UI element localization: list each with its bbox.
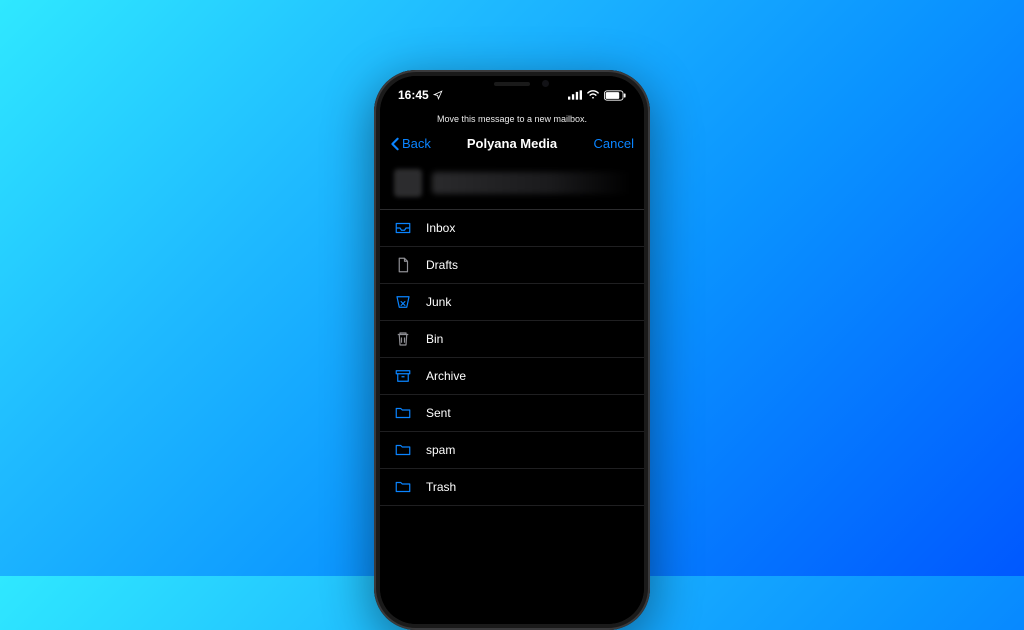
mailbox-list: Inbox Drafts Junk Bin Archive Sent spam Trash xyxy=(380,209,644,506)
message-preview-text xyxy=(432,172,630,194)
message-avatar xyxy=(394,169,422,197)
phone-frame: 16:45 xyxy=(374,70,650,630)
inbox-icon xyxy=(394,219,412,237)
junk-icon xyxy=(394,293,412,311)
mailbox-row-bin[interactable]: Bin xyxy=(380,321,644,358)
mailbox-row-sent[interactable]: Sent xyxy=(380,395,644,432)
instruction-text: Move this message to a new mailbox. xyxy=(380,106,644,130)
drafts-icon xyxy=(394,256,412,274)
mailbox-row-spam[interactable]: spam xyxy=(380,432,644,469)
status-right xyxy=(568,90,626,101)
mailbox-label: spam xyxy=(426,443,455,457)
folder-icon xyxy=(394,478,412,496)
mailbox-label: Drafts xyxy=(426,258,458,272)
mailbox-row-drafts[interactable]: Drafts xyxy=(380,247,644,284)
mailbox-row-inbox[interactable]: Inbox xyxy=(380,210,644,247)
screen: 16:45 xyxy=(380,76,644,624)
folder-icon xyxy=(394,441,412,459)
nav-bar: Back Polyana Media Cancel xyxy=(380,130,644,161)
mailbox-row-archive[interactable]: Archive xyxy=(380,358,644,395)
notch xyxy=(449,76,575,98)
nav-title: Polyana Media xyxy=(467,136,557,151)
mailbox-label: Archive xyxy=(426,369,466,383)
mailbox-row-junk[interactable]: Junk xyxy=(380,284,644,321)
wifi-icon xyxy=(586,90,600,100)
mailbox-label: Trash xyxy=(426,480,456,494)
chevron-left-icon xyxy=(390,137,400,151)
bin-icon xyxy=(394,330,412,348)
location-arrow-icon xyxy=(433,90,443,100)
back-label: Back xyxy=(402,136,431,151)
archive-icon xyxy=(394,367,412,385)
cancel-button[interactable]: Cancel xyxy=(584,136,634,151)
mailbox-label: Sent xyxy=(426,406,451,420)
battery-icon xyxy=(604,90,626,101)
folder-icon xyxy=(394,404,412,422)
status-time: 16:45 xyxy=(398,88,429,102)
back-button[interactable]: Back xyxy=(390,136,440,151)
mailbox-row-trash[interactable]: Trash xyxy=(380,469,644,506)
mailbox-label: Inbox xyxy=(426,221,455,235)
mailbox-label: Bin xyxy=(426,332,443,346)
status-left: 16:45 xyxy=(398,88,443,102)
mailbox-label: Junk xyxy=(426,295,451,309)
message-preview xyxy=(380,161,644,209)
